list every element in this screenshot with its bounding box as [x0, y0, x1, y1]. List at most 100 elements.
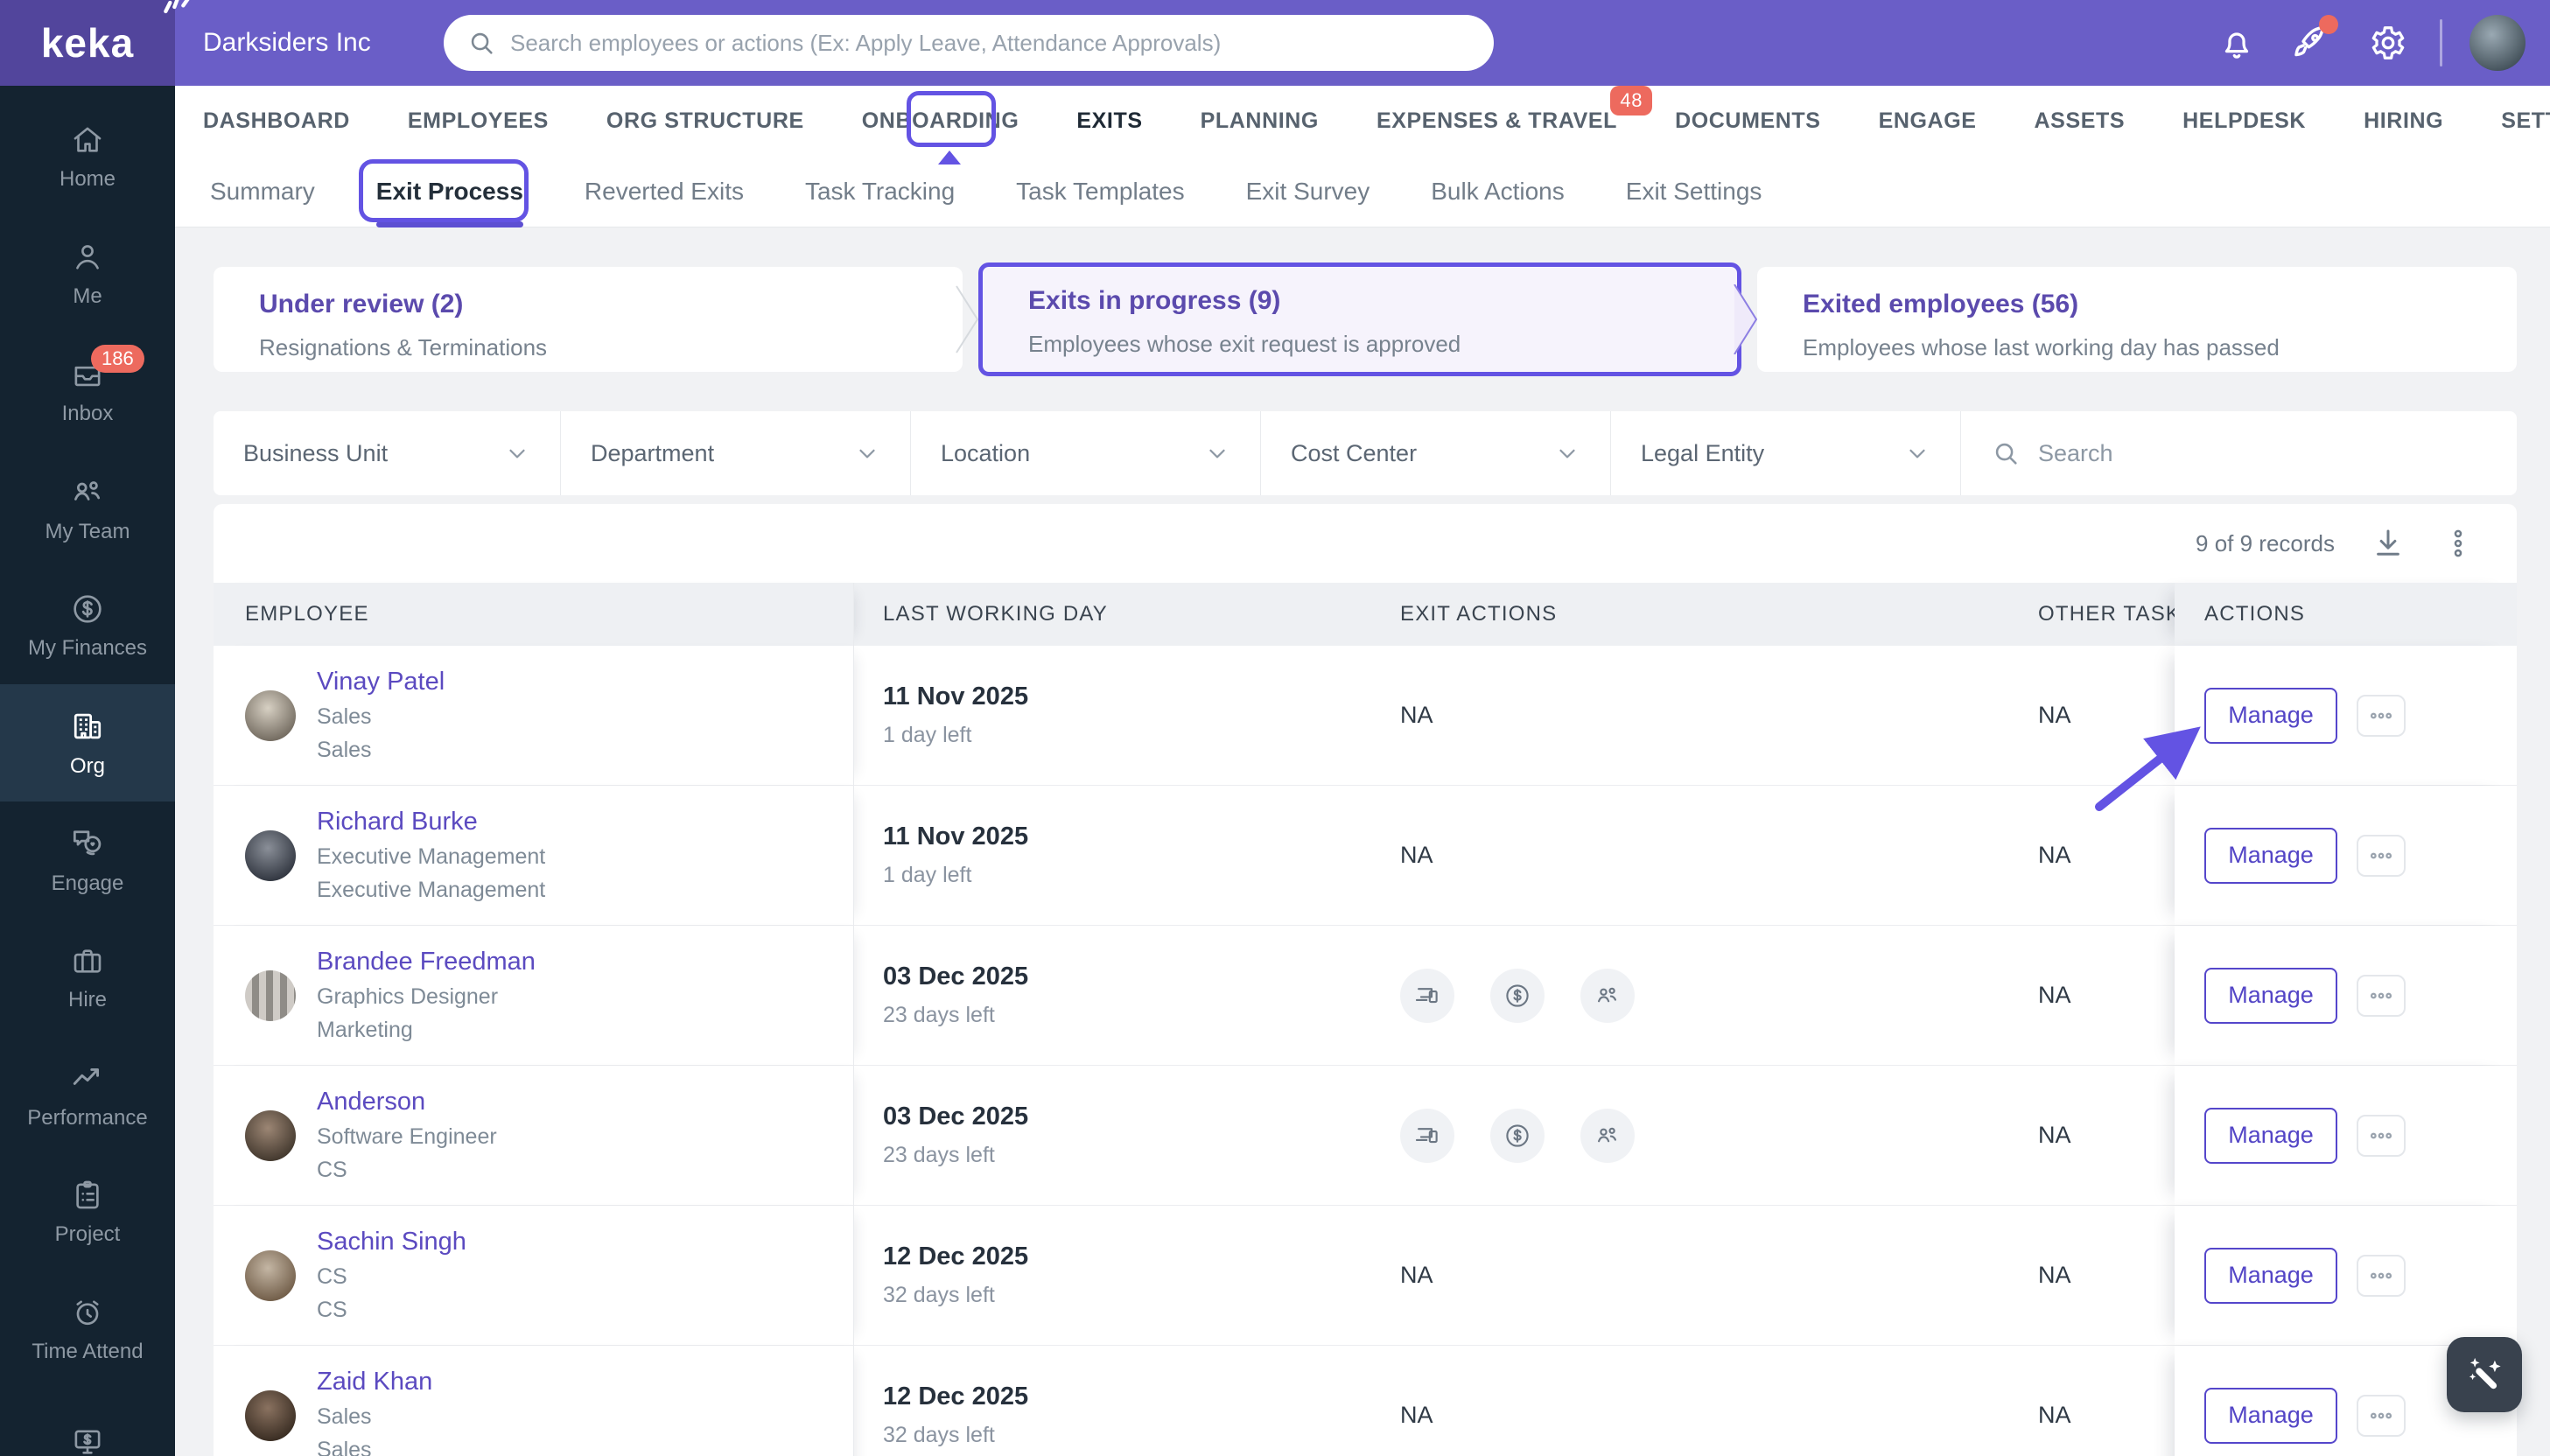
tab-exit-settings[interactable]: Exit Settings: [1626, 156, 1762, 228]
tab-summary[interactable]: Summary: [210, 156, 315, 228]
row-more-button[interactable]: [2357, 1114, 2406, 1157]
nav-settings[interactable]: SETTINGS: [2501, 108, 2550, 134]
tab-exit-survey[interactable]: Exit Survey: [1246, 156, 1370, 228]
employee-name[interactable]: Sachin Singh: [317, 1228, 466, 1256]
nav-org-structure[interactable]: ORG STRUCTURE: [606, 108, 804, 134]
manage-button[interactable]: Manage: [2204, 1247, 2337, 1304]
manage-button[interactable]: Manage: [2204, 1107, 2337, 1164]
table-search[interactable]: [1961, 411, 2517, 495]
sidebar-label: Performance: [27, 1106, 148, 1130]
tab-task-templates[interactable]: Task Templates: [1016, 156, 1184, 228]
devices-icon: [1415, 987, 1438, 1003]
nav-helpdesk[interactable]: HELPDESK: [2182, 108, 2306, 134]
row-more-button[interactable]: [2357, 1394, 2406, 1437]
hire-icon: [74, 949, 102, 973]
employee-name[interactable]: Anderson: [317, 1088, 497, 1116]
days-left: 1 day left: [883, 863, 972, 887]
tab-bulk-actions[interactable]: Bulk Actions: [1431, 156, 1565, 228]
sidebar-item-home[interactable]: Home: [0, 98, 175, 215]
employee-name[interactable]: Richard Burke: [317, 808, 545, 836]
nav-employees[interactable]: EMPLOYEES: [408, 108, 549, 134]
filter-cost-center[interactable]: Cost Center: [1261, 411, 1611, 495]
dots-horizontal-icon: [2370, 852, 2392, 858]
manage-button[interactable]: Manage: [2204, 967, 2337, 1024]
sidebar-item-my-team[interactable]: My Team: [0, 450, 175, 567]
stage-exited-employees[interactable]: Exited employees (56) Employees whose la…: [1757, 267, 2517, 372]
magic-wand-icon: [2469, 1357, 2501, 1390]
employee-name[interactable]: Zaid Khan: [317, 1368, 432, 1396]
nav-engage[interactable]: ENGAGE: [1879, 108, 1977, 134]
filter-department[interactable]: Department: [561, 411, 911, 495]
download-button[interactable]: [2370, 525, 2406, 562]
employee-department: Sales: [317, 738, 372, 762]
employee-name[interactable]: Brandee Freedman: [317, 948, 536, 976]
manage-button[interactable]: Manage: [2204, 1387, 2337, 1444]
asset-deallocation-chip[interactable]: [1400, 1108, 1454, 1163]
keka-logo-text: keka: [40, 20, 135, 66]
tab-exit-process[interactable]: Exit Process: [375, 156, 524, 228]
stage-exits-in-progress[interactable]: Exits in progress (9) Employees whose ex…: [978, 262, 1741, 376]
sidebar-item-me[interactable]: Me: [0, 215, 175, 332]
employee-avatar[interactable]: [245, 1250, 296, 1301]
employee-role: Sales: [317, 704, 372, 729]
sidebar-item-time-attend[interactable]: Time Attend: [0, 1270, 175, 1388]
notifications-button[interactable]: [2217, 0, 2257, 86]
sidebar-item-engage[interactable]: Engage: [0, 802, 175, 919]
row-more-button[interactable]: [2357, 974, 2406, 1017]
nav-expenses-travel[interactable]: EXPENSES & TRAVEL 48: [1377, 85, 1653, 134]
filter-legal-entity[interactable]: Legal Entity: [1611, 411, 1961, 495]
stage-under-review[interactable]: Under review (2) Resignations & Terminat…: [214, 267, 963, 372]
whats-new-button[interactable]: [2289, 0, 2338, 86]
sidebar-item-project[interactable]: Project: [0, 1153, 175, 1270]
other-tasks-value: NA: [2038, 1402, 2071, 1428]
tab-task-tracking[interactable]: Task Tracking: [805, 156, 955, 228]
main-nav: DASHBOARD EMPLOYEES ORG STRUCTURE ONBOAR…: [175, 85, 2550, 156]
nav-hiring[interactable]: HIRING: [2364, 108, 2443, 134]
performance-icon: [73, 1068, 100, 1085]
sidebar-item-inbox[interactable]: Inbox 186: [0, 332, 175, 450]
sidebar-item-payroll[interactable]: [0, 1388, 175, 1456]
sidebar-item-hire[interactable]: Hire: [0, 919, 175, 1036]
employee-avatar[interactable]: [245, 970, 296, 1021]
days-left: 23 days left: [883, 1143, 995, 1167]
settlement-chip[interactable]: [1490, 1108, 1545, 1163]
row-more-button[interactable]: [2357, 1254, 2406, 1297]
team-tasks-chip[interactable]: [1580, 1108, 1635, 1163]
sidebar: Home Me Inbox 186 My Team My Finances Or…: [0, 86, 175, 1456]
settlement-icon: [1506, 1124, 1529, 1147]
manage-button[interactable]: Manage: [2204, 827, 2337, 884]
employee-avatar[interactable]: [245, 1110, 296, 1161]
nav-planning[interactable]: PLANNING: [1201, 108, 1319, 134]
settings-button[interactable]: [2368, 0, 2408, 86]
employee-name[interactable]: Vinay Patel: [317, 668, 445, 696]
table-search-input[interactable]: [2038, 439, 2487, 467]
table-options-button[interactable]: [2441, 527, 2475, 560]
nav-assets[interactable]: ASSETS: [2035, 108, 2126, 134]
row-more-button[interactable]: [2357, 834, 2406, 877]
settlement-chip[interactable]: [1490, 968, 1545, 1023]
keka-logo[interactable]: keka: [0, 0, 190, 86]
sidebar-item-my-finances[interactable]: My Finances: [0, 567, 175, 684]
employee-avatar[interactable]: [245, 1390, 296, 1441]
tab-reverted-exits[interactable]: Reverted Exits: [585, 156, 744, 228]
filter-location[interactable]: Location: [911, 411, 1261, 495]
team-tasks-chip[interactable]: [1580, 968, 1635, 1023]
nav-documents[interactable]: DOCUMENTS: [1675, 108, 1821, 134]
nav-exits[interactable]: EXITS: [1076, 108, 1142, 134]
search-icon: [1995, 443, 2017, 465]
filter-business-unit[interactable]: Business Unit: [214, 411, 561, 495]
sidebar-item-org[interactable]: Org: [0, 684, 175, 802]
global-search-input[interactable]: [510, 29, 1471, 57]
records-count: 9 of 9 records: [2196, 529, 2335, 556]
global-search[interactable]: [444, 15, 1494, 71]
nav-onboarding[interactable]: ONBOARDING: [862, 108, 1019, 134]
asset-deallocation-chip[interactable]: [1400, 968, 1454, 1023]
employee-avatar[interactable]: [245, 690, 296, 741]
employee-avatar[interactable]: [245, 830, 296, 881]
sidebar-item-performance[interactable]: Performance: [0, 1036, 175, 1153]
nav-dashboard[interactable]: DASHBOARD: [203, 108, 350, 134]
user-avatar[interactable]: [2469, 15, 2525, 71]
manage-button[interactable]: Manage: [2204, 687, 2337, 744]
magic-assistant-fab[interactable]: [2447, 1337, 2522, 1412]
row-more-button[interactable]: [2357, 694, 2406, 737]
